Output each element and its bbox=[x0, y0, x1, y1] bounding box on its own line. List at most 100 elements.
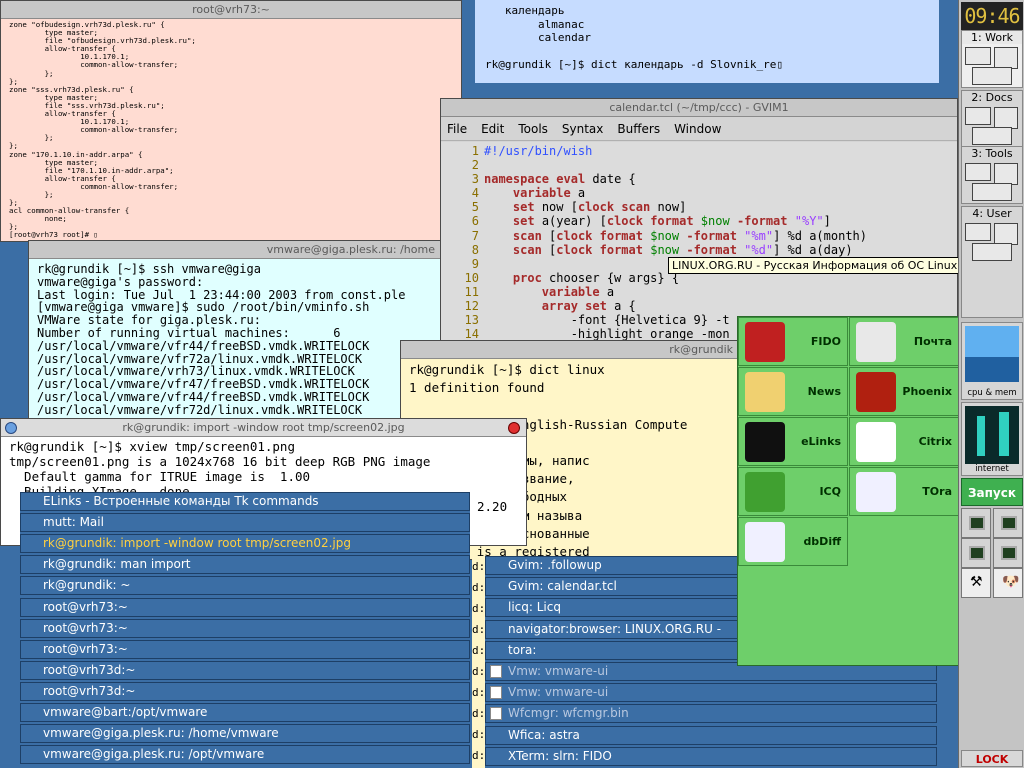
window-list-label: Wfica: astra bbox=[508, 727, 580, 742]
quicklaunch-terminal-button[interactable] bbox=[961, 538, 991, 568]
code-text: #!/usr/bin/wish bbox=[484, 144, 593, 158]
quicklaunch-dog-button[interactable]: 🐶 bbox=[993, 568, 1023, 598]
pager-window bbox=[972, 243, 1012, 261]
menu-file[interactable]: File bbox=[447, 122, 467, 136]
window-list-item[interactable]: root@vrh73:~ bbox=[20, 618, 470, 638]
news-icon bbox=[745, 372, 785, 412]
network-graph bbox=[965, 406, 1019, 464]
launcher-citrix[interactable]: Citrix bbox=[849, 417, 959, 466]
code-text: proc chooser {w args} { bbox=[512, 270, 680, 285]
window-list-label: vmware@giga.plesk.ru: /opt/vmware bbox=[43, 747, 265, 762]
launcher-label: ICQ bbox=[819, 485, 841, 498]
window-list-item[interactable]: root@vrh73:~ bbox=[20, 597, 470, 617]
quicklaunch-terminal-button[interactable] bbox=[993, 508, 1023, 538]
launcher-tora[interactable]: TOra bbox=[849, 467, 959, 516]
window-list-item[interactable]: vmware@giga.plesk.ru: /opt/vmware bbox=[20, 745, 470, 765]
launcher-почта[interactable]: Почта bbox=[849, 317, 959, 366]
zone-terminal-titlebar[interactable]: root@vrh73:~ bbox=[1, 1, 461, 19]
code-text: namespace eval date { bbox=[484, 172, 636, 187]
window-list-item[interactable]: mutt: Mail bbox=[20, 513, 470, 533]
pager-window bbox=[965, 47, 991, 65]
window-list-item[interactable]: vmware@bart:/opt/vmware bbox=[20, 703, 470, 722]
desktop-label: 3: Tools bbox=[971, 147, 1013, 160]
xview-titlebar[interactable]: rk@grundik: import -window root tmp/scre… bbox=[1, 419, 526, 437]
lock-button[interactable]: LOCK bbox=[961, 750, 1023, 767]
desktop-label: 1: Work bbox=[962, 31, 1022, 44]
menu-syntax[interactable]: Syntax bbox=[562, 122, 603, 136]
dict-terminal-window[interactable]: календарь almanac calendar rk@grundik [~… bbox=[462, 0, 939, 83]
window-list-label: Gvim: calendar.tcl bbox=[508, 579, 617, 594]
vmware-terminal-window[interactable]: vmware@giga.plesk.ru: /home rk@grundik [… bbox=[28, 240, 442, 425]
line-number: 5 bbox=[471, 200, 479, 215]
monitor-label: internet bbox=[975, 464, 1009, 474]
gvim-menubar: File Edit Tools Syntax Buffers Window bbox=[441, 117, 957, 141]
pager-window bbox=[965, 223, 991, 241]
window-list-item[interactable]: vmware@giga.plesk.ru: /home/vmware bbox=[20, 724, 470, 744]
window-list-item[interactable]: Vmw: vmware-ui bbox=[485, 683, 937, 703]
menu-edit[interactable]: Edit bbox=[481, 122, 504, 136]
window-list-label: ELinks - Встроенные команды Tk commands bbox=[43, 494, 319, 508]
pager-window bbox=[965, 107, 991, 125]
window-menu-icon[interactable] bbox=[5, 422, 17, 434]
terminal-icon bbox=[1001, 546, 1017, 560]
window-list-item[interactable]: Wfcmgr: wfcmgr.bin bbox=[485, 704, 937, 724]
code-line: 4 variable a bbox=[441, 186, 867, 200]
window-list-item[interactable]: root@vrh73:~ bbox=[20, 639, 470, 659]
quicklaunch-tools-button[interactable]: ⚒ bbox=[961, 568, 991, 598]
terminal-line: rk@grundik [~]$ dict linux bbox=[409, 362, 605, 377]
elinks-icon bbox=[745, 422, 785, 462]
menu-buffers[interactable]: Buffers bbox=[617, 122, 660, 136]
launcher-phoenix[interactable]: Phoenix bbox=[849, 367, 959, 416]
menu-window[interactable]: Window bbox=[674, 122, 721, 136]
desktop-panel: 09:46 1: Work 2: Docs 3: Tools 4: User cpu … bbox=[958, 0, 1024, 768]
pager-window bbox=[994, 47, 1018, 69]
dict-linux-titlebar[interactable]: rk@grundik bbox=[401, 341, 739, 359]
desktop-pager-3[interactable]: 3: Tools bbox=[961, 146, 1023, 204]
window-list-item[interactable]: XTerm: slrn: FIDO bbox=[485, 746, 937, 766]
window-list-label: vmware@bart:/opt/vmware bbox=[43, 705, 208, 719]
window-list-item[interactable]: ELinks - Встроенные команды Tk commands bbox=[20, 492, 470, 511]
terminal-line: common-allow-transfer; bbox=[9, 60, 179, 70]
terminal-fragment-line: d: bbox=[472, 749, 486, 762]
zone-terminal-window[interactable]: root@vrh73:~ zone "ofbudesign.vrh73d.ple… bbox=[0, 0, 462, 242]
window-list-item[interactable]: root@vrh73d:~ bbox=[20, 660, 470, 680]
terminal-fragment-line: d: bbox=[472, 665, 486, 678]
line-number: 3 bbox=[471, 172, 479, 187]
vmware-terminal-titlebar[interactable]: vmware@giga.plesk.ru: /home bbox=[29, 241, 441, 259]
launcher-dbdiff[interactable]: dbDiff bbox=[738, 517, 848, 566]
desktop-pager-2[interactable]: 2: Docs bbox=[961, 90, 1023, 148]
code-line: 3 namespace eval date { bbox=[441, 172, 867, 186]
terminal-fragment-line: d: bbox=[472, 560, 486, 573]
desktop-pager-4[interactable]: 4: User bbox=[961, 206, 1023, 318]
code-text: variable a bbox=[541, 284, 615, 299]
window-list-item[interactable]: rk@grundik: import -window root tmp/scre… bbox=[20, 534, 470, 554]
cpu-mem-monitor[interactable]: cpu & mem bbox=[961, 322, 1023, 400]
close-icon[interactable] bbox=[508, 422, 520, 434]
gvim-titlebar[interactable]: calendar.tcl (~/tmp/ccc) - GVIM1 bbox=[441, 99, 957, 117]
window-list-item[interactable]: Wfica: astra bbox=[485, 725, 937, 745]
code-text: array set a { bbox=[541, 299, 636, 314]
menu-tools[interactable]: Tools bbox=[518, 122, 548, 136]
network-monitor[interactable]: internet bbox=[961, 402, 1023, 476]
launcher-fido[interactable]: FIDO bbox=[738, 317, 848, 366]
window-list-item[interactable]: root@vrh73d:~ bbox=[20, 681, 470, 701]
window-list-label: root@vrh73d:~ bbox=[43, 683, 136, 698]
tora-icon bbox=[856, 472, 896, 512]
terminal-line: rk@grundik [~]$ dict календарь -d Slovni… bbox=[485, 58, 784, 71]
window-list-item[interactable]: rk@grundik: ~ bbox=[20, 576, 470, 596]
launcher-icq[interactable]: ICQ bbox=[738, 467, 848, 516]
code-text: variable a bbox=[512, 186, 586, 201]
window-list-item[interactable]: rk@grundik: man import bbox=[20, 555, 470, 575]
launcher-news[interactable]: News bbox=[738, 367, 848, 416]
terminal-line: /usr/local/vmware/vfr72d/linux.vmdk.WRIT… bbox=[37, 402, 363, 417]
launcher-elinks[interactable]: eLinks bbox=[738, 417, 848, 466]
terminal-line: /usr/local/vmware/vfr44/freeBSD.vmdk.WRI… bbox=[37, 338, 370, 353]
start-button[interactable]: Запуск bbox=[961, 478, 1023, 506]
window-list-label: root@vrh73:~ bbox=[43, 599, 128, 614]
quicklaunch-terminal-button[interactable] bbox=[961, 508, 991, 538]
code-line: 5 set now [clock scan now] bbox=[441, 200, 867, 214]
terminal-line: календарь bbox=[485, 4, 565, 17]
quicklaunch-terminal-button[interactable] bbox=[993, 538, 1023, 568]
desktop-pager-1[interactable]: 1: Work bbox=[961, 30, 1023, 88]
window-list-label: Vmw: vmware-ui bbox=[508, 685, 609, 700]
